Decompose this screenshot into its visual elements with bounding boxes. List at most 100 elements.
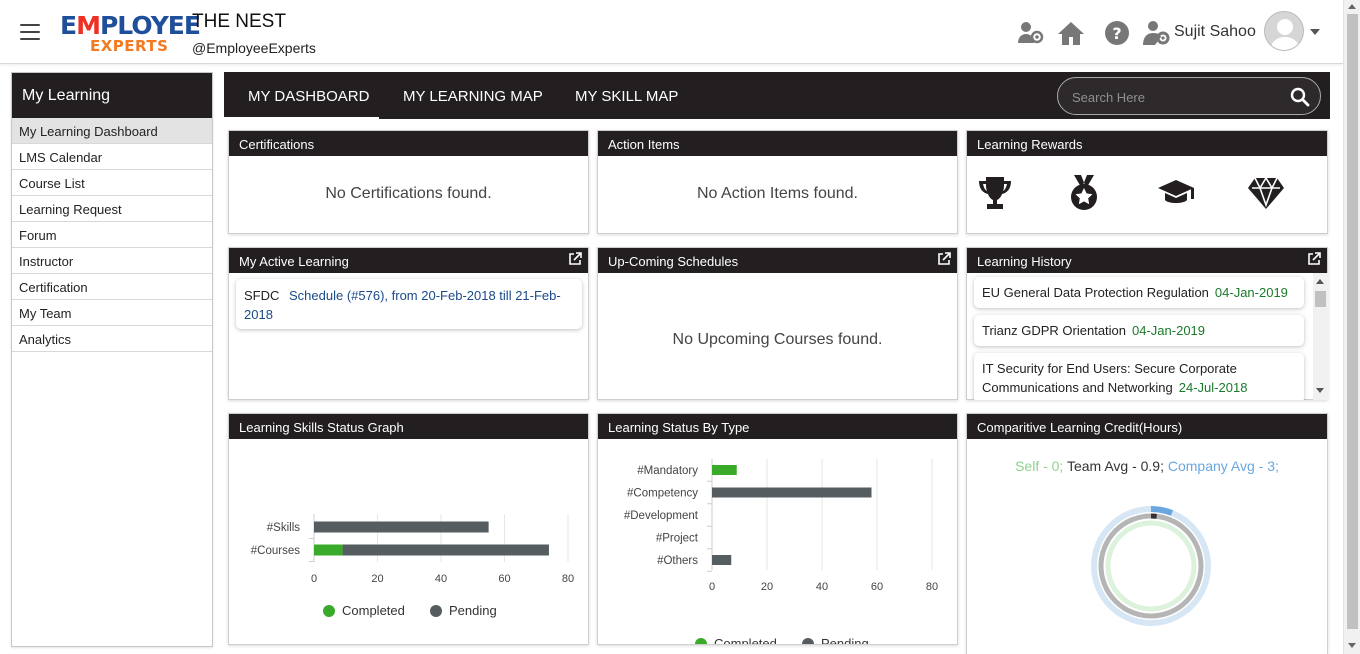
- x-tick-label: 80: [926, 581, 938, 593]
- sidebar-item-lms-calendar[interactable]: LMS Calendar: [12, 144, 212, 170]
- user-name[interactable]: Sujit Sahoo: [1174, 23, 1256, 41]
- action-items-empty-message: No Action Items found.: [697, 185, 858, 202]
- company-avg-credit-label: Company Avg - 3;: [1167, 458, 1279, 474]
- learning-history-item[interactable]: EU General Data Protection Regulation 04-…: [974, 277, 1304, 308]
- active-learning-item[interactable]: SFDC Schedule (#576), from 20-Feb-2018 t…: [236, 279, 582, 329]
- legend-label-completed: Completed: [342, 603, 405, 618]
- diamond-icon[interactable]: [1247, 175, 1285, 211]
- my-active-learning-card-title: My Active Learning: [229, 248, 588, 273]
- certifications-card: Certifications No Certifications found.: [228, 130, 589, 234]
- status-by-type-bar-chart: 0 20 40 60 80 #Mandatory #Competency #Developme…: [624, 459, 938, 651]
- legend-marker-completed: [695, 638, 707, 650]
- help-icon[interactable]: ?: [1103, 19, 1131, 47]
- active-learning-course-name: SFDC: [244, 288, 280, 303]
- sidebar-item-certification[interactable]: Certification: [12, 274, 212, 300]
- comparative-credit-radial-chart: [1091, 506, 1211, 626]
- org-name: THE NEST: [192, 11, 286, 32]
- bar-completed: [314, 544, 343, 556]
- tab-my-skill-map[interactable]: MY SKILL MAP: [575, 72, 678, 119]
- learning-status-by-type-card: Learning Status By Type 0 20 40 60 80 #Mandat…: [597, 413, 958, 651]
- scroll-up-arrow-icon[interactable]: [1316, 279, 1324, 284]
- x-tick-label: 80: [562, 573, 574, 585]
- ring-progress-company-avg: [1150, 506, 1174, 516]
- scroll-up-arrow-icon[interactable]: [1348, 4, 1356, 9]
- learning-history-scrollbar[interactable]: [1313, 273, 1328, 400]
- tab-my-learning-map[interactable]: MY LEARNING MAP: [403, 72, 543, 119]
- learning-skills-graph-title: Learning Skills Status Graph: [229, 414, 588, 439]
- sidebar: My Learning My Learning Dashboard LMS Ca…: [11, 72, 213, 647]
- bar-pending: [712, 555, 732, 565]
- x-tick-label: 60: [871, 581, 883, 593]
- dashboard-tab-bar: MY DASHBOARD MY LEARNING MAP MY SKILL MA…: [224, 72, 1330, 119]
- page-scrollbar[interactable]: [1343, 0, 1360, 654]
- team-avg-credit-label: Team Avg - 0.9;: [1066, 458, 1164, 474]
- category-label: #Mandatory: [637, 465, 698, 477]
- bar-pending: [314, 521, 489, 533]
- category-label: #Development: [624, 510, 699, 522]
- sidebar-item-course-list[interactable]: Course List: [12, 170, 212, 196]
- scrollbar-thumb[interactable]: [1315, 291, 1326, 307]
- sidebar-item-instructor[interactable]: Instructor: [12, 248, 212, 274]
- sidebar-item-analytics[interactable]: Analytics: [12, 326, 212, 352]
- legend-marker-pending: [802, 638, 814, 650]
- sidebar-title: My Learning: [12, 73, 212, 118]
- external-link-icon[interactable]: [568, 252, 582, 266]
- learning-history-item[interactable]: IT Security for End Users: Secure Corpor…: [974, 353, 1304, 400]
- external-link-icon[interactable]: [937, 252, 951, 266]
- sidebar-item-my-learning-dashboard[interactable]: My Learning Dashboard: [12, 118, 212, 144]
- action-items-card: Action Items No Action Items found.: [597, 130, 958, 234]
- bar-pending: [342, 544, 549, 556]
- tab-my-dashboard[interactable]: MY DASHBOARD: [224, 72, 379, 119]
- history-course-date: 24-Jul-2018: [1178, 380, 1248, 395]
- x-tick-label: 0: [709, 581, 715, 593]
- hamburger-menu-icon[interactable]: [20, 24, 40, 40]
- admin-settings-icon[interactable]: [1142, 19, 1170, 47]
- bar-pending: [712, 487, 872, 498]
- x-tick-label: 60: [498, 573, 510, 585]
- scrollbar-thumb[interactable]: [1347, 14, 1358, 629]
- trophy-icon[interactable]: [976, 175, 1014, 211]
- learning-history-item[interactable]: Trianz GDPR Orientation 04-Jan-2019: [974, 315, 1304, 346]
- people-settings-icon[interactable]: [1016, 19, 1044, 47]
- legend-marker-pending: [430, 605, 442, 617]
- category-label: #Courses: [251, 545, 300, 557]
- search-box: [1057, 77, 1321, 115]
- comparative-learning-credit-card: Comparitive Learning Credit(Hours) Self …: [966, 413, 1328, 654]
- user-avatar[interactable]: [1264, 11, 1304, 51]
- search-icon[interactable]: [1290, 87, 1310, 107]
- self-ring-track: [1105, 520, 1197, 612]
- certifications-card-title: Certifications: [229, 131, 588, 156]
- scroll-down-arrow-icon[interactable]: [1316, 388, 1324, 393]
- upcoming-schedules-card-title: Up-Coming Schedules: [598, 248, 957, 273]
- active-learning-schedule-link[interactable]: Schedule (#576), from 20-Feb-2018 till 2…: [244, 288, 561, 322]
- learning-status-by-type-title: Learning Status By Type: [598, 414, 957, 439]
- history-course-name: EU General Data Protection Regulation: [982, 285, 1209, 300]
- avatar-placeholder-icon: [1270, 19, 1300, 50]
- medal-icon[interactable]: [1065, 175, 1103, 211]
- x-tick-label: 0: [311, 573, 317, 585]
- sidebar-item-learning-request[interactable]: Learning Request: [12, 196, 212, 222]
- learning-skills-status-graph-card: Learning Skills Status Graph 0 20 40 60 80 #S…: [228, 413, 589, 645]
- search-input[interactable]: [1072, 87, 1272, 107]
- scroll-down-arrow-icon[interactable]: [1348, 643, 1356, 648]
- home-icon[interactable]: [1057, 19, 1085, 47]
- user-menu-chevron-down-icon[interactable]: [1310, 29, 1320, 35]
- learning-rewards-card-title: Learning Rewards: [967, 131, 1327, 156]
- legend-label-pending: Pending: [821, 636, 869, 644]
- external-link-icon[interactable]: [1307, 252, 1321, 266]
- self-credit-label: Self - 0;: [1015, 458, 1064, 474]
- category-label: #Project: [656, 533, 699, 545]
- company-logo[interactable]: EMPLOYEE EXPERTS: [60, 12, 201, 55]
- sidebar-item-forum[interactable]: Forum: [12, 222, 212, 248]
- category-label: #Competency: [627, 488, 698, 500]
- certifications-empty-message: No Certifications found.: [325, 185, 492, 202]
- my-active-learning-card: My Active Learning SFDC Schedule (#576),…: [228, 247, 589, 400]
- legend-label-pending: Pending: [449, 603, 497, 618]
- sidebar-item-my-team[interactable]: My Team: [12, 300, 212, 326]
- x-tick-label: 40: [435, 573, 447, 585]
- company-ring-track: [1091, 506, 1211, 626]
- legend-marker-completed: [323, 605, 335, 617]
- org-handle: @EmployeeExperts: [192, 40, 316, 56]
- credit-summary: Self - 0; Team Avg - 0.9; Company Avg - …: [967, 458, 1327, 474]
- graduation-cap-icon[interactable]: [1157, 175, 1195, 211]
